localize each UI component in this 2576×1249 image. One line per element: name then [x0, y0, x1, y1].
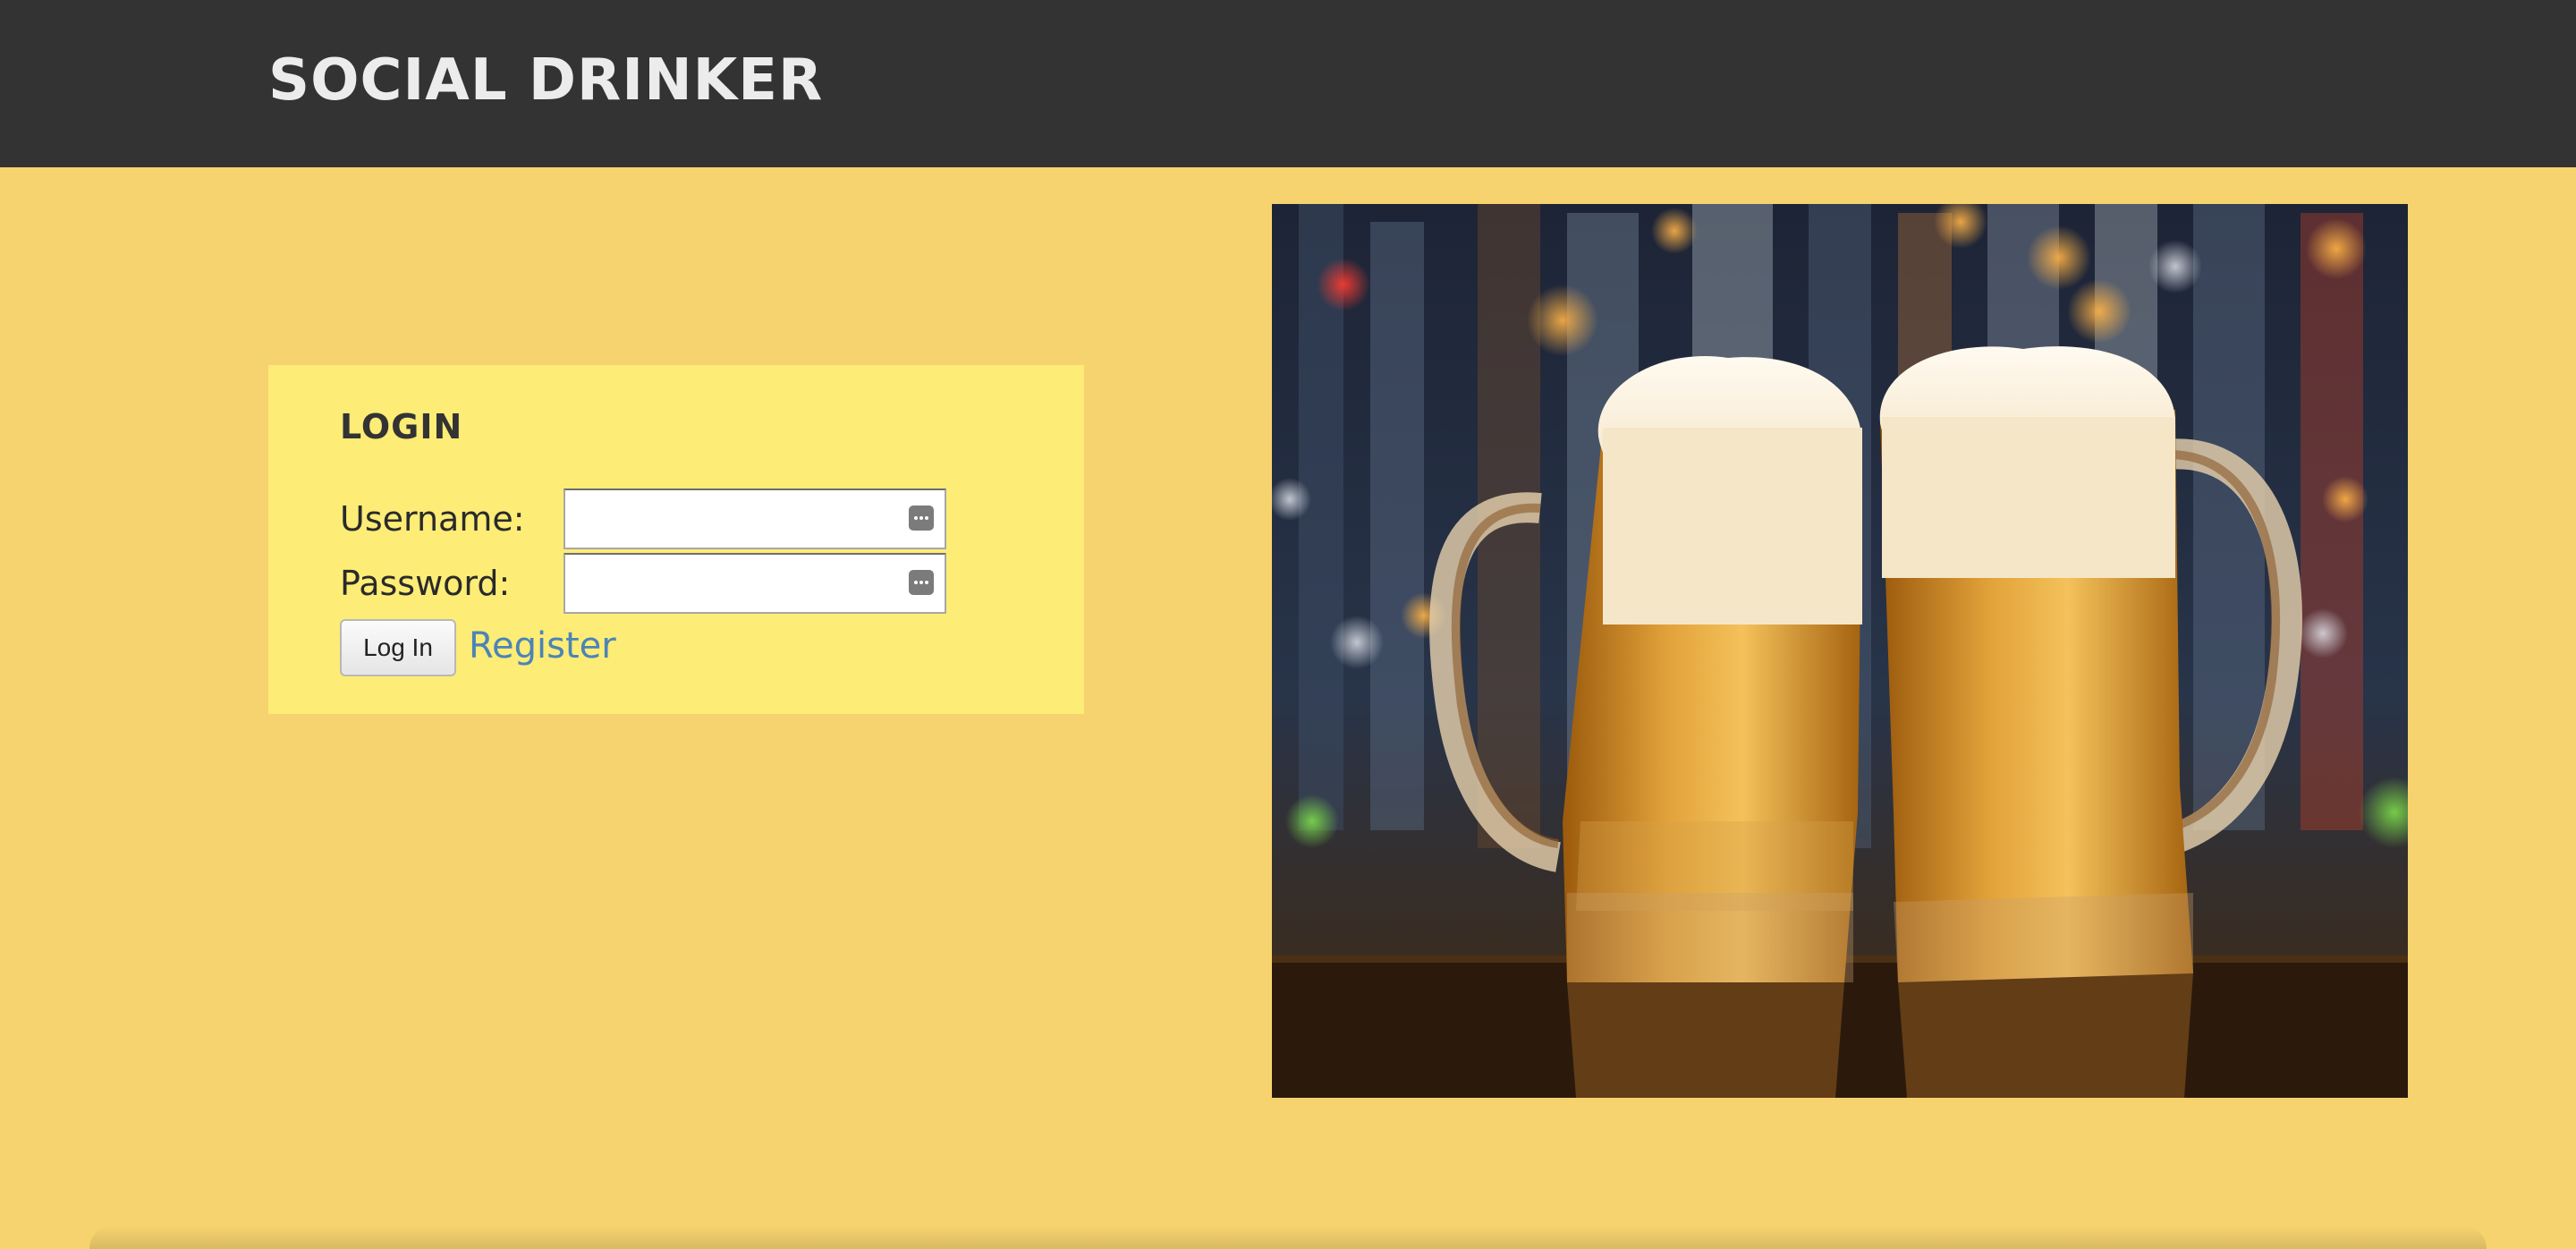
hero-image-beer-mugs	[1272, 204, 2408, 1098]
password-row: Password:	[340, 553, 1020, 616]
password-manager-icon[interactable]	[909, 570, 934, 595]
site-logo[interactable]: SOCIAL DRINKER	[268, 52, 823, 109]
register-link[interactable]: Register	[469, 626, 616, 666]
username-row: Username:	[340, 489, 1020, 551]
beer-mugs-image	[1272, 204, 2408, 1098]
password-manager-icon[interactable]	[909, 506, 934, 531]
login-button[interactable]: Log In	[340, 619, 456, 676]
password-label: Password:	[340, 564, 511, 603]
login-heading: LOGIN	[340, 407, 463, 446]
username-label: Username:	[340, 499, 525, 539]
login-panel: LOGIN Username: Password: Log In Registe…	[268, 365, 1084, 714]
username-input[interactable]	[564, 489, 946, 549]
top-navbar: SOCIAL DRINKER	[0, 0, 2576, 167]
password-input[interactable]	[564, 553, 946, 614]
page-footer-shadow	[89, 1226, 2487, 1249]
login-actions: Log In Register	[340, 619, 1020, 682]
